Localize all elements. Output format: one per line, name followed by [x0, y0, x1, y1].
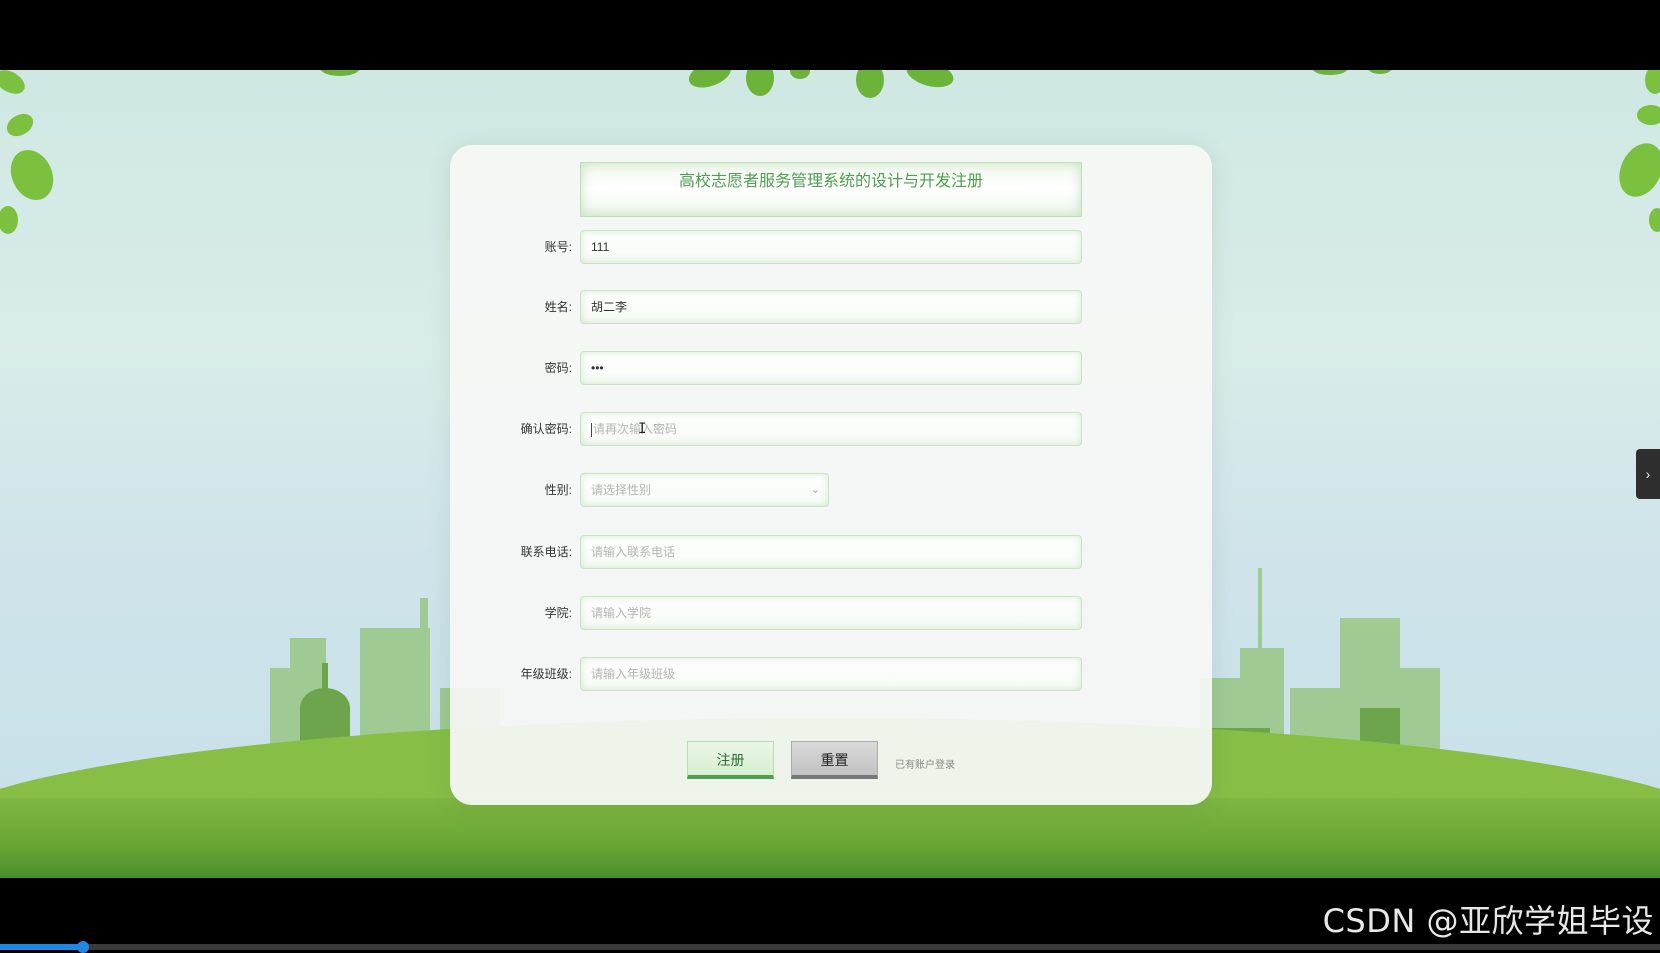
phone-input[interactable]: 请输入联系电话 [580, 535, 1082, 569]
form-row-class: 年级班级: 请输入年级班级 [450, 657, 1212, 691]
account-input[interactable]: 111 [580, 230, 1082, 264]
form-row-gender: 性别: 请选择性别 ⌄ [450, 473, 1212, 507]
password-input[interactable]: ••• [580, 351, 1082, 385]
college-input[interactable]: 请输入学院 [580, 596, 1082, 630]
leaves-top-icon [320, 70, 1392, 98]
page-background: 高校志愿者服务管理系统的设计与开发注册 账号: 111 姓名: 胡二李 密码: … [0, 70, 1660, 878]
gender-select[interactable]: 请选择性别 ⌄ [580, 473, 829, 507]
video-progress-bar[interactable] [0, 941, 1660, 953]
form-row-confirm-password: 确认密码: 请再次输入密码 I [450, 412, 1212, 446]
form-row-name: 姓名: 胡二李 [450, 290, 1212, 324]
confirm-password-label: 确认密码: [520, 422, 572, 436]
chevron-down-icon: ⌄ [810, 484, 820, 496]
register-button[interactable]: 注册 [687, 741, 774, 779]
login-link[interactable]: 已有账户登录 [895, 756, 955, 771]
gender-label: 性别: [544, 483, 572, 497]
confirm-password-input[interactable]: 请再次输入密码 [580, 412, 1082, 446]
leaves-right-icon [1619, 70, 1660, 232]
mouse-ibeam-cursor-icon: I [638, 421, 647, 437]
gender-placeholder: 请选择性别 [591, 483, 652, 497]
leaves-left-icon [0, 70, 54, 234]
chevron-right-icon: › [1645, 466, 1651, 482]
form-row-college: 学院: 请输入学院 [450, 596, 1212, 630]
phone-label: 联系电话: [520, 545, 572, 559]
video-progress-knob[interactable] [77, 941, 89, 953]
watermark: CSDN @亚欣学姐毕设 [1322, 902, 1654, 940]
college-label: 学院: [544, 606, 572, 620]
form-row-password: 密码: ••• [450, 351, 1212, 385]
form-row-account: 账号: 111 [450, 230, 1212, 264]
reset-button[interactable]: 重置 [791, 741, 878, 779]
class-input[interactable]: 请输入年级班级 [580, 657, 1082, 691]
side-drawer-toggle[interactable]: › [1636, 449, 1660, 499]
form-row-phone: 联系电话: 请输入联系电话 [450, 535, 1212, 569]
password-label: 密码: [544, 361, 572, 375]
video-progress-fill [0, 944, 83, 950]
name-input[interactable]: 胡二李 [580, 290, 1082, 324]
account-label: 账号: [544, 240, 572, 254]
name-label: 姓名: [544, 300, 572, 314]
register-card: 高校志愿者服务管理系统的设计与开发注册 账号: 111 姓名: 胡二李 密码: … [450, 145, 1212, 805]
top-letterbox [0, 0, 1660, 70]
text-caret [591, 422, 592, 437]
class-label: 年级班级: [520, 667, 572, 681]
grass-ground [0, 798, 1660, 878]
confirm-password-placeholder: 请再次输入密码 [593, 422, 678, 436]
page-title: 高校志愿者服务管理系统的设计与开发注册 [580, 162, 1082, 217]
